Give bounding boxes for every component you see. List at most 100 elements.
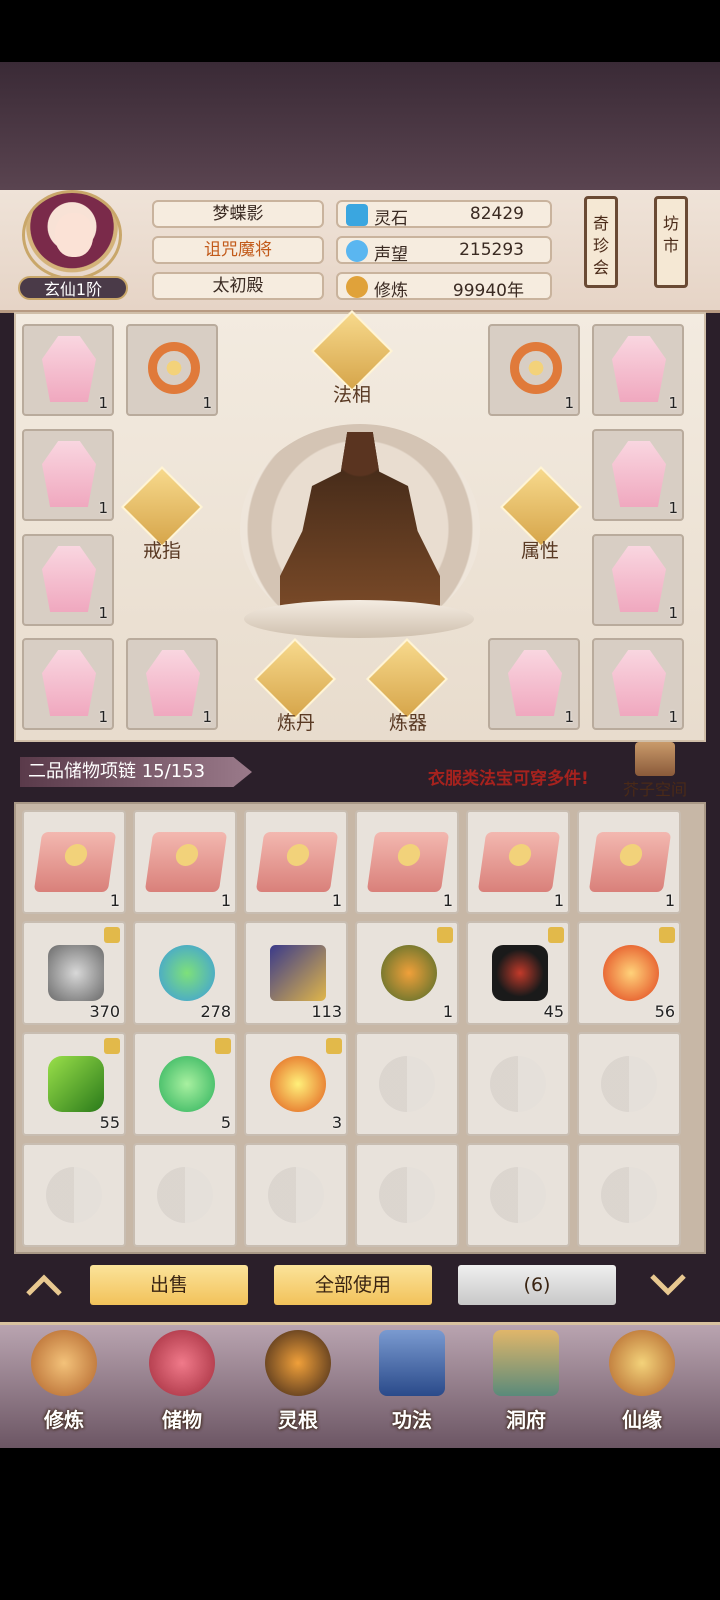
equip-slot-robe[interactable]: 1 — [592, 429, 684, 521]
equip-slot-robe[interactable]: 1 — [126, 638, 218, 730]
equip-slot-robe[interactable]: 1 — [488, 638, 580, 730]
inventory-slot-empty[interactable] — [355, 1143, 459, 1247]
market-button[interactable]: 坊市 — [654, 196, 688, 288]
monk-icon — [31, 1330, 97, 1396]
nav-label: 灵根 — [278, 1408, 318, 1432]
inventory-slot[interactable]: 55 — [22, 1032, 126, 1136]
inventory-slot[interactable]: 3 — [244, 1032, 348, 1136]
slot-count: 1 — [564, 394, 574, 412]
inventory-slot[interactable]: 1 — [466, 810, 570, 914]
nav-label: 功法 — [392, 1408, 432, 1432]
tea-bowl-icon — [159, 945, 215, 1001]
gift-box-icon — [366, 832, 450, 892]
stat-prestige: 声望 215293 — [336, 236, 552, 265]
avatar[interactable] — [22, 190, 122, 280]
yin-yang-icon — [601, 1167, 657, 1223]
inventory-slot[interactable]: 113 — [244, 921, 348, 1025]
item-count: 1 — [664, 891, 675, 910]
inventory-slot-empty[interactable] — [577, 1143, 681, 1247]
inventory-slot[interactable]: 1 — [22, 810, 126, 914]
nav-storage[interactable]: 储物 — [132, 1330, 232, 1440]
inventory-slot[interactable]: 5 — [133, 1032, 237, 1136]
slot-count: 1 — [564, 708, 574, 726]
equip-slot-ring[interactable]: 1 — [488, 324, 580, 416]
ring-icon — [148, 342, 200, 394]
slot-count: 1 — [202, 394, 212, 412]
equip-slot-robe[interactable]: 1 — [22, 534, 114, 626]
inventory-slot-empty[interactable] — [466, 1143, 570, 1247]
slot-count: 1 — [98, 394, 108, 412]
lock-icon — [326, 1038, 342, 1054]
nav-label: 修炼 — [44, 1408, 84, 1432]
nav-fate[interactable]: 仙缘 — [592, 1330, 692, 1440]
pouch-icon — [149, 1330, 215, 1396]
mustard-space-button[interactable]: 芥子空间 — [620, 742, 690, 802]
herb-creature-icon — [381, 945, 437, 1001]
equip-slot-robe[interactable]: 1 — [592, 534, 684, 626]
stat-label: 修炼 — [374, 281, 408, 301]
nav-spirit-root[interactable]: 灵根 — [248, 1330, 348, 1440]
yin-yang-icon — [490, 1056, 546, 1112]
slot-count: 1 — [98, 708, 108, 726]
inventory-slot[interactable]: 1 — [133, 810, 237, 914]
cultivation-icon — [346, 276, 368, 298]
equip-slot-robe[interactable]: 1 — [22, 638, 114, 730]
status-bar — [0, 0, 720, 62]
inventory-slot[interactable]: 1 — [355, 921, 459, 1025]
scroll-down-icon[interactable] — [648, 1272, 688, 1298]
gift-box-icon — [255, 832, 339, 892]
spirit-root-icon — [265, 1330, 331, 1396]
nav-techniques[interactable]: 功法 — [362, 1330, 462, 1440]
nav-cultivate[interactable]: 修炼 — [14, 1330, 114, 1440]
inventory-slot-empty[interactable] — [577, 1032, 681, 1136]
yin-yang-icon — [601, 1056, 657, 1112]
inventory-slot[interactable]: 370 — [22, 921, 126, 1025]
treasure-fair-button[interactable]: 奇珍会 — [584, 196, 618, 288]
inventory-slot-empty[interactable] — [244, 1143, 348, 1247]
stat-value: 82429 — [469, 204, 524, 224]
player-title[interactable]: 诅咒魔将 — [152, 236, 324, 264]
chest-icon — [635, 742, 675, 776]
slot-count: 1 — [668, 708, 678, 726]
attribute-label: 属性 — [520, 540, 559, 562]
inventory-slot[interactable]: 56 — [577, 921, 681, 1025]
sell-button[interactable]: 出售 — [90, 1265, 248, 1305]
nav-label: 储物 — [162, 1408, 202, 1432]
inventory-slot-empty[interactable] — [466, 1032, 570, 1136]
equip-slot-robe[interactable]: 1 — [592, 324, 684, 416]
equip-slot-robe[interactable]: 1 — [22, 324, 114, 416]
slot-count: 1 — [98, 499, 108, 517]
item-count: 278 — [200, 1002, 231, 1021]
slot-count: 1 — [668, 604, 678, 622]
scroll-up-icon[interactable] — [24, 1272, 64, 1298]
use-all-button[interactable]: 全部使用 — [274, 1265, 432, 1305]
equip-slot-robe[interactable]: 1 — [22, 429, 114, 521]
inventory-slot[interactable]: 1 — [577, 810, 681, 914]
lock-icon — [104, 1038, 120, 1054]
selected-count-button[interactable]: (6) — [458, 1265, 616, 1305]
bamboo-icon — [48, 1056, 104, 1112]
nav-cave[interactable]: 洞府 — [476, 1330, 576, 1440]
mustard-space-label: 芥子空间 — [622, 780, 687, 799]
inventory-slot[interactable]: 1 — [244, 810, 348, 914]
yin-yang-icon — [46, 1167, 102, 1223]
gift-box-icon — [477, 832, 561, 892]
inventory-slot-empty[interactable] — [22, 1143, 126, 1247]
equip-slot-ring[interactable]: 1 — [126, 324, 218, 416]
stat-cultivation: 修炼 99940年 — [336, 272, 552, 301]
inventory-slot[interactable]: 1 — [355, 810, 459, 914]
equip-slot-robe[interactable]: 1 — [592, 638, 684, 730]
nav-label: 仙缘 — [622, 1408, 662, 1432]
robe-icon — [612, 336, 666, 402]
book-icon — [379, 1330, 445, 1396]
inventory-slot-empty[interactable] — [133, 1143, 237, 1247]
inventory-slot[interactable]: 278 — [133, 921, 237, 1025]
robe-icon — [42, 336, 96, 402]
yin-yang-icon — [268, 1167, 324, 1223]
inventory-slot-empty[interactable] — [355, 1032, 459, 1136]
item-count: 1 — [442, 891, 453, 910]
fire-crystal-icon — [603, 945, 659, 1001]
stat-label: 声望 — [374, 245, 408, 265]
prestige-icon — [346, 240, 368, 262]
inventory-slot[interactable]: 45 — [466, 921, 570, 1025]
